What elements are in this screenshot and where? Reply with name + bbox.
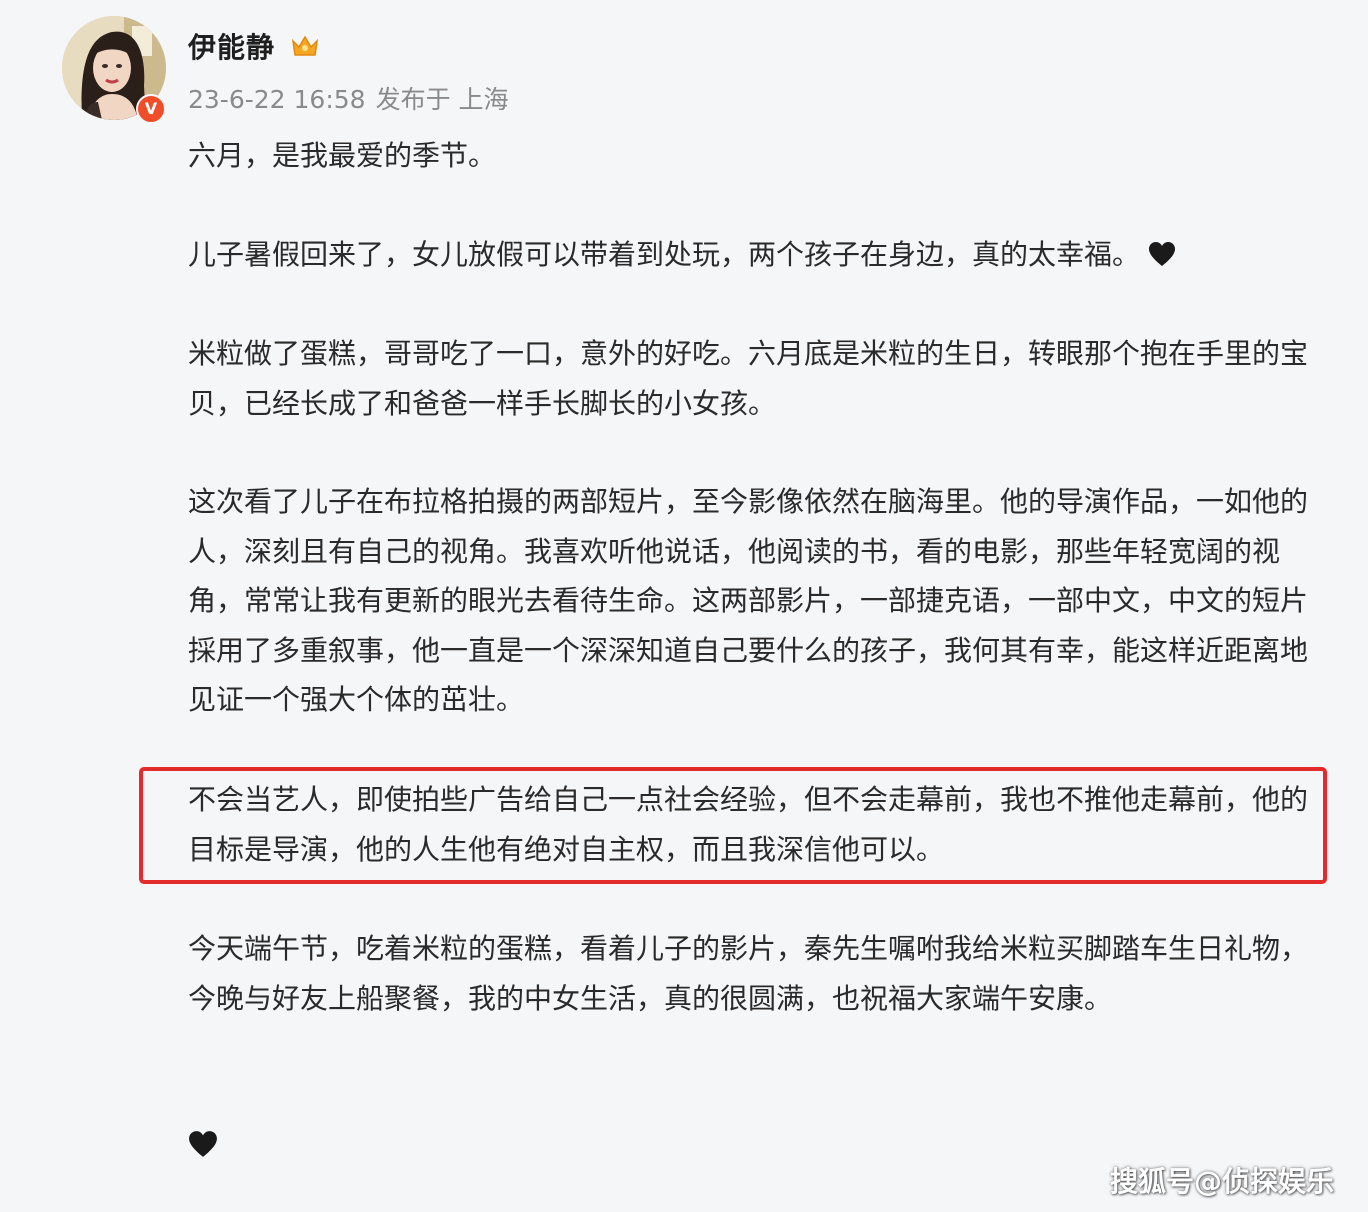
watermark: 搜狐号@侦探娱乐 [1109,1165,1334,1198]
crown-icon [291,35,319,56]
post-text-6: 今天端午节，吃着米粒的蛋糕，看着儿子的影片，秦先生嘱咐我给米粒买脚踏车生日礼物，… [188,932,1309,1015]
post-text-3: 米粒做了蛋糕，哥哥吃了一口，意外的好吃。六月底是米粒的生日，转眼那个抱在手里的宝… [188,337,1309,420]
verified-badge: V [136,94,166,124]
post-location: 发布于 上海 [375,85,509,114]
heart-icon [189,1131,217,1157]
post-text-2: 儿子暑假回来了，女儿放假可以带着到处玩，两个孩子在身边，真的太幸福。 [188,238,1141,271]
heart-icon [1149,242,1176,266]
username[interactable]: 伊能静 [188,26,275,66]
post-text-5: 不会当艺人，即使拍些广告给自己一点社会经验，但不会走幕前，我也不推他走幕前，他的… [188,783,1309,866]
post-paragraph-5-highlighted: 不会当艺人，即使拍些广告给自己一点社会经验，但不会走幕前，我也不推他走幕前，他的… [188,775,1308,874]
post-paragraph-1: 六月，是我最爱的季节。 [188,131,1308,181]
post-paragraph-3: 米粒做了蛋糕，哥哥吃了一口，意外的好吃。六月底是米粒的生日，转眼那个抱在手里的宝… [188,329,1308,428]
post-text-4: 这次看了儿子在布拉格拍摄的两部短片，至今影像依然在脑海里。他的导演作品，一如他的… [188,485,1309,716]
post-paragraph-2: 儿子暑假回来了，女儿放假可以带着到处玩，两个孩子在身边，真的太幸福。 [188,230,1308,280]
post-timestamp: 23-6-22 16:58 [188,85,366,114]
post-paragraph-4: 这次看了儿子在布拉格拍摄的两部短片，至今影像依然在脑海里。他的导演作品，一如他的… [188,477,1308,725]
post-text-1: 六月，是我最爱的季节。 [188,139,497,172]
post-paragraph-6: 今天端午节，吃着米粒的蛋糕，看着儿子的影片，秦先生嘱咐我给米粒买脚踏车生日礼物，… [188,924,1308,1023]
post-meta: 23-6-22 16:58 发布于 上海 [188,80,519,116]
weibo-post: V 伊能静 23-6-22 16:58 发布于 上海 六月，是我最爱的季节。 儿子… [0,0,1368,1212]
